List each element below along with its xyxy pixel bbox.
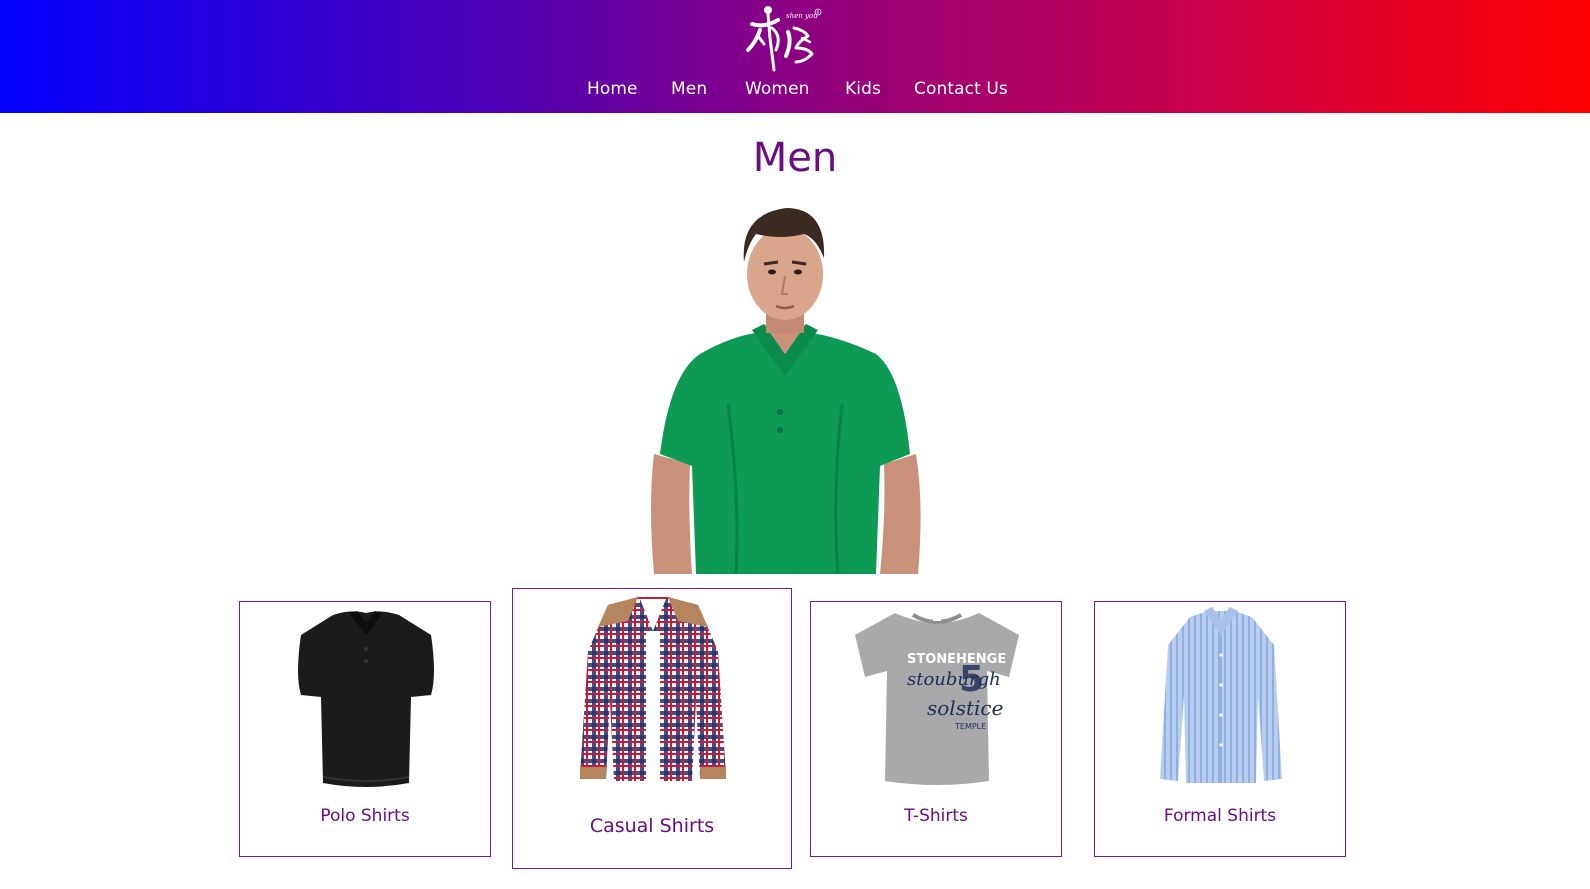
main-nav: Home Men Women Kids Contact Us xyxy=(0,78,1590,102)
svg-text:solstice: solstice xyxy=(927,696,1003,720)
svg-text:TEMPLE: TEMPLE xyxy=(954,722,986,731)
blue-formal-shirt-icon xyxy=(1160,607,1282,783)
nav-link-men[interactable]: Men xyxy=(671,78,707,100)
brand-logo[interactable]: shen you R xyxy=(738,2,828,72)
black-polo-shirt-icon xyxy=(298,611,434,787)
nav-link-home[interactable]: Home xyxy=(587,78,638,100)
svg-text:5: 5 xyxy=(959,659,984,700)
category-card-casual-shirts[interactable]: Casual Shirts xyxy=(512,588,792,869)
category-label: Polo Shirts xyxy=(320,806,410,826)
nav-link-kids[interactable]: Kids xyxy=(845,78,881,100)
site-header: shen you R Home Men Women Kids Contact U… xyxy=(0,0,1590,113)
category-card-polo-shirts[interactable]: Polo Shirts xyxy=(239,601,491,857)
hero-image xyxy=(640,204,930,575)
category-label: Casual Shirts xyxy=(589,815,715,837)
nav-link-women[interactable]: Women xyxy=(745,78,810,100)
page-title: Men xyxy=(752,135,838,181)
grey-t-shirt-icon: STONEHENGE stouburgh 5 solstice TEMPLE xyxy=(855,613,1019,785)
category-card-t-shirts[interactable]: STONEHENGE stouburgh 5 solstice TEMPLE T… xyxy=(810,601,1062,857)
category-label: Formal Shirts xyxy=(1163,806,1277,826)
svg-text:stouburgh: stouburgh xyxy=(907,669,1001,690)
hero-model-illustration xyxy=(651,208,921,575)
checked-casual-shirt-icon xyxy=(580,597,726,781)
svg-text:shen you: shen you xyxy=(786,12,818,20)
nav-link-contact-us[interactable]: Contact Us xyxy=(914,78,1008,100)
svg-text:R: R xyxy=(816,10,819,16)
category-label: T-Shirts xyxy=(904,806,968,826)
svg-text:STONEHENGE: STONEHENGE xyxy=(907,652,1006,667)
brand-logo-icon: shen you R xyxy=(746,6,822,72)
category-card-formal-shirts[interactable]: Formal Shirts xyxy=(1094,601,1346,857)
